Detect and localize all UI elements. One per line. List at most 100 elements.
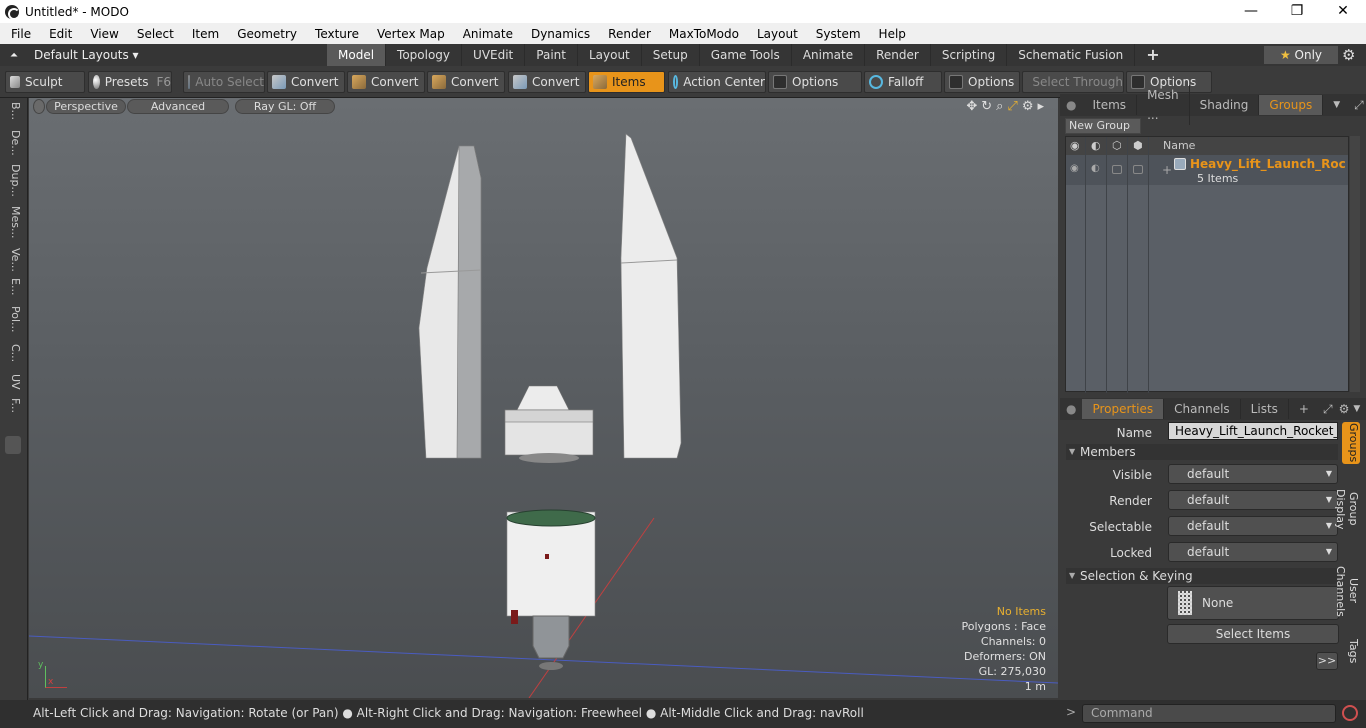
group-row[interactable]: ◉ ◐ + Heavy_Lift_Launch_Rock... 5 Items	[1066, 155, 1348, 185]
minimize-button[interactable]: —	[1228, 0, 1274, 23]
group-name-input[interactable]: Heavy_Lift_Launch_Rocket_Stac	[1168, 422, 1338, 440]
falloff-button[interactable]: Falloff	[864, 71, 942, 93]
record-macro-icon[interactable]	[1342, 705, 1358, 721]
convert-button-3[interactable]: Convert	[427, 71, 505, 93]
convert-button-1[interactable]: Convert	[267, 71, 345, 93]
tab-paint[interactable]: Paint	[525, 44, 578, 66]
options-button-1[interactable]: Options	[768, 71, 862, 93]
props-menu-icon[interactable]: ●	[1060, 399, 1082, 419]
expand-group-icon[interactable]: +	[1162, 163, 1172, 177]
left-tab-curve[interactable]: C...	[4, 344, 22, 362]
advanced-button[interactable]: Advanced	[127, 99, 229, 114]
props-collapse-icon[interactable]: ▼	[1351, 399, 1366, 419]
left-tab-uv[interactable]: UV	[4, 374, 22, 390]
gear-icon[interactable]: ⚙	[1342, 46, 1355, 64]
left-tab-expand-button[interactable]	[5, 436, 21, 454]
new-group-button[interactable]: New Group	[1065, 118, 1141, 134]
move-view-icon[interactable]: ✥	[966, 99, 977, 114]
rotate-view-icon[interactable]: ↻	[981, 99, 992, 114]
tab-uvedit[interactable]: UVEdit	[462, 44, 526, 66]
menu-maxtomodo[interactable]: MaxToModo	[658, 27, 746, 41]
menu-select[interactable]: Select	[126, 27, 181, 41]
left-tab-polygon[interactable]: Pol...	[4, 306, 22, 333]
menu-dynamics[interactable]: Dynamics	[520, 27, 597, 41]
selection-keying-section-header[interactable]: Selection & Keying	[1066, 568, 1338, 584]
groups-list-scrollbar[interactable]	[1350, 136, 1360, 392]
add-props-tab-button[interactable]: +	[1289, 399, 1319, 419]
menu-item[interactable]: Item	[181, 27, 226, 41]
tab-model[interactable]: Model	[327, 44, 387, 66]
left-tab-basic[interactable]: B...	[4, 102, 22, 120]
tab-animate[interactable]: Animate	[792, 44, 866, 66]
menu-geometry[interactable]: Geometry	[226, 27, 304, 41]
presets-button[interactable]: Presets F6	[88, 71, 172, 93]
left-tab-duplicate[interactable]: Dup...	[4, 164, 22, 197]
3d-viewport[interactable]: Perspective Advanced Ray GL: Off ✥ ↻ ⌕ ⤢…	[29, 98, 1058, 698]
select-items-button[interactable]: Select Items	[1167, 624, 1339, 644]
side-tab-user-channels[interactable]: User Channels	[1334, 552, 1360, 630]
tab-channels[interactable]: Channels	[1164, 399, 1241, 419]
more-button[interactable]: >>	[1316, 652, 1338, 670]
tab-topology[interactable]: Topology	[386, 44, 463, 66]
tab-scripting[interactable]: Scripting	[931, 44, 1008, 66]
tab-groups[interactable]: Groups	[1259, 95, 1324, 115]
panel-menu-icon[interactable]: ●	[1060, 95, 1082, 115]
tab-render[interactable]: Render	[865, 44, 931, 66]
side-tab-tags[interactable]: Tags	[1342, 636, 1360, 666]
menu-texture[interactable]: Texture	[304, 27, 366, 41]
tab-mesh[interactable]: Mesh ...	[1137, 85, 1190, 125]
menu-layout[interactable]: Layout	[746, 27, 805, 41]
left-tab-deform[interactable]: De...	[4, 130, 22, 156]
select-through-button[interactable]: Select Through	[1022, 71, 1124, 93]
action-center-button[interactable]: Action Center	[668, 71, 766, 93]
convert-button-2[interactable]: Convert	[347, 71, 425, 93]
tab-items[interactable]: Items	[1082, 95, 1138, 115]
viewport-menu-icon[interactable]	[33, 99, 45, 114]
menu-vertex-map[interactable]: Vertex Map	[366, 27, 452, 41]
items-button[interactable]: Items	[588, 71, 665, 93]
selectable-dropdown[interactable]: default	[1168, 516, 1338, 536]
render-dropdown[interactable]: default	[1168, 490, 1338, 510]
tab-shading[interactable]: Shading	[1190, 95, 1260, 115]
visible-dropdown[interactable]: default	[1168, 464, 1338, 484]
convert-button-4[interactable]: Convert	[508, 71, 586, 93]
auto-select-button[interactable]: Auto Select	[183, 71, 265, 93]
viewport-expand-icon[interactable]: ▸	[1037, 99, 1044, 114]
viewport-settings-icon[interactable]: ⚙	[1022, 99, 1034, 114]
none-button[interactable]: None	[1167, 586, 1339, 620]
menu-view[interactable]: View	[79, 27, 125, 41]
menu-file[interactable]: File	[0, 27, 38, 41]
selectable-toggle[interactable]	[1112, 165, 1122, 174]
props-expand-icon[interactable]: ⤢	[1319, 399, 1337, 419]
tabs-dropdown-icon[interactable]: ▼	[1323, 95, 1350, 115]
panel-expand-icon[interactable]: ⤢	[1350, 95, 1366, 115]
side-tab-group-display[interactable]: Group Display	[1334, 472, 1360, 546]
fit-view-icon[interactable]: ⤢	[1007, 99, 1017, 114]
tab-schematic-fusion[interactable]: Schematic Fusion	[1007, 44, 1136, 66]
tab-game-tools[interactable]: Game Tools	[700, 44, 792, 66]
visibility-toggle-icon[interactable]: ◉	[1070, 163, 1079, 174]
command-history-icon[interactable]: >	[1066, 705, 1076, 719]
render-toggle-icon[interactable]: ◐	[1091, 163, 1100, 174]
perspective-button[interactable]: Perspective	[46, 99, 126, 114]
tab-properties[interactable]: Properties	[1082, 399, 1165, 419]
left-tab-mesh-edit[interactable]: Mes...	[4, 206, 22, 238]
only-button[interactable]: ★ Only	[1264, 46, 1338, 64]
left-tab-vertex[interactable]: Ve...	[4, 248, 22, 272]
command-input[interactable]: Command	[1082, 704, 1336, 723]
menu-render[interactable]: Render	[597, 27, 658, 41]
locked-dropdown[interactable]: default	[1168, 542, 1338, 562]
raygl-button[interactable]: Ray GL: Off	[235, 99, 335, 114]
maximize-button[interactable]: ❐	[1274, 0, 1320, 23]
side-tab-groups[interactable]: Groups	[1342, 422, 1360, 464]
close-button[interactable]: ✕	[1320, 0, 1366, 23]
tab-lists[interactable]: Lists	[1241, 399, 1289, 419]
props-gear-icon[interactable]: ⚙	[1337, 399, 1352, 419]
lock-toggle[interactable]	[1133, 165, 1143, 174]
add-tab-button[interactable]: +	[1135, 44, 1170, 66]
menu-help[interactable]: Help	[868, 27, 913, 41]
default-layouts-dropdown[interactable]: ⏶ Default Layouts ▾	[0, 44, 139, 66]
members-section-header[interactable]: Members	[1066, 444, 1338, 460]
left-tab-fusion[interactable]: F...	[4, 398, 22, 413]
sculpt-button[interactable]: Sculpt	[5, 71, 85, 93]
